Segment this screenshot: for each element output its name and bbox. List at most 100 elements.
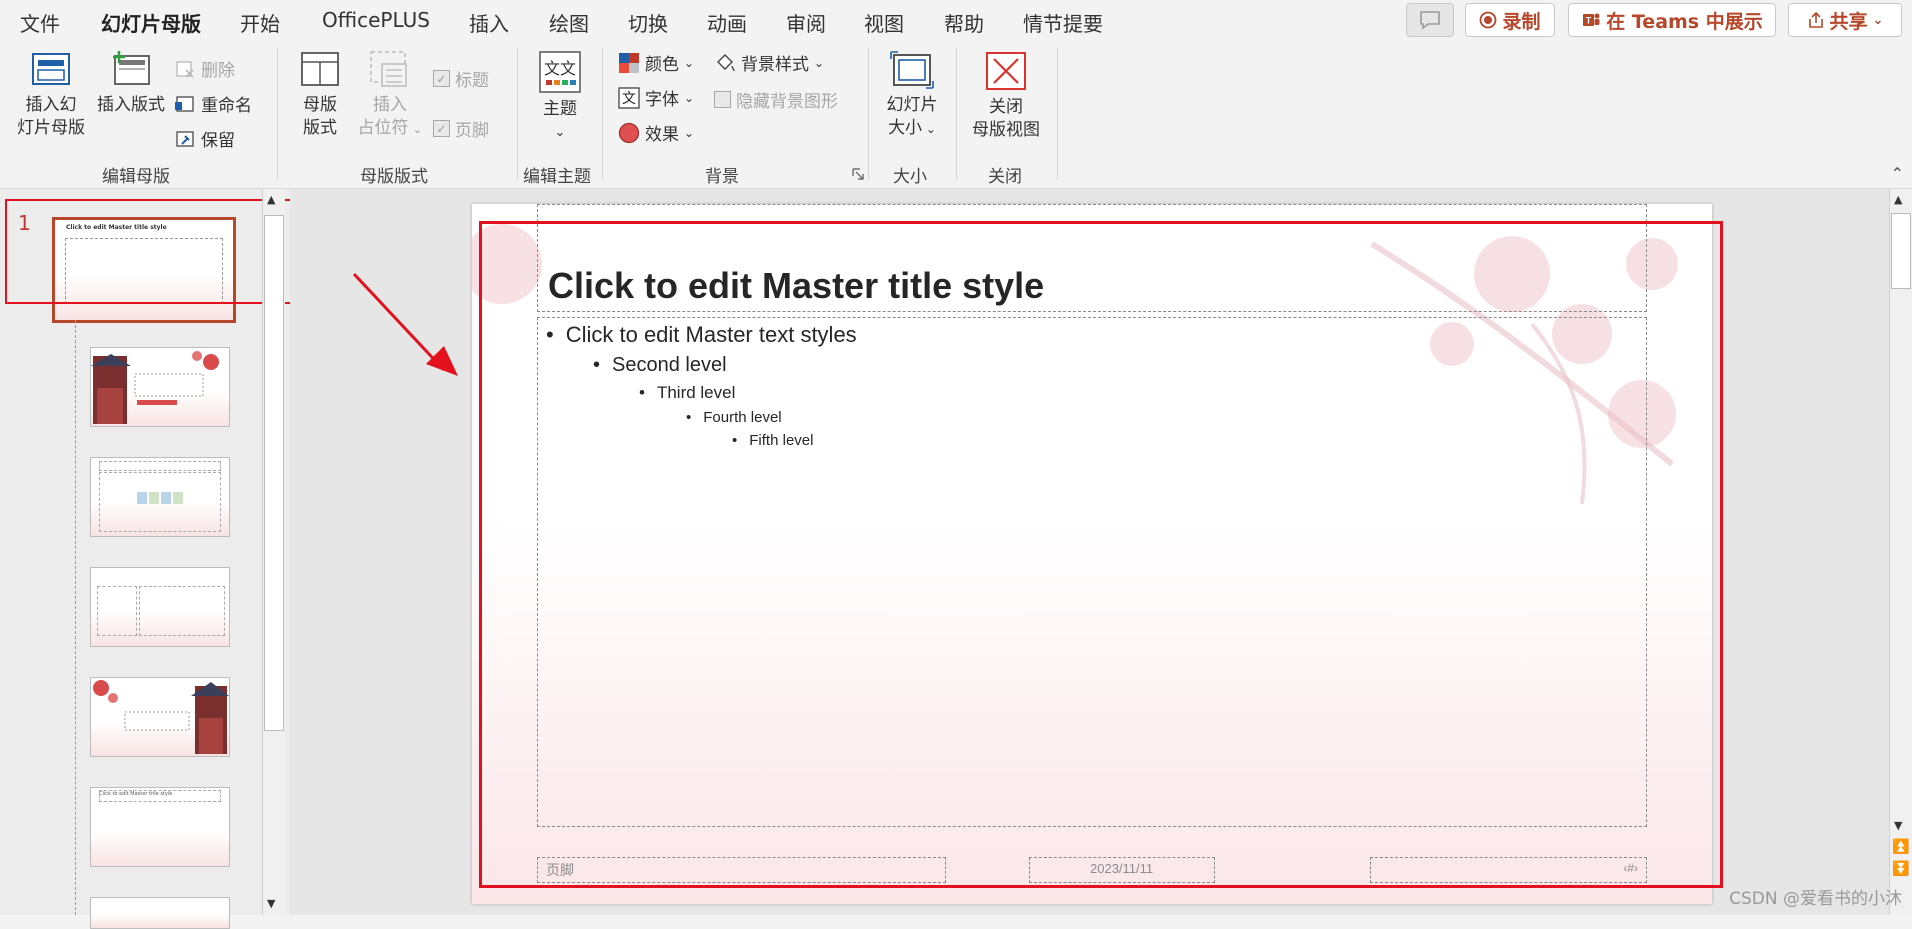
scrollbar-thumb[interactable] [264, 215, 284, 731]
ribbon-separator [868, 48, 869, 180]
menu-bar: 文件 幻灯片母版 开始 OfficePLUS 插入 绘图 切换 动画 审阅 视图… [0, 0, 1912, 45]
illustration-icon [91, 351, 219, 424]
edit-theme-group-label: 编辑主题 [523, 167, 591, 187]
insert-layout-label: 插入版式 [97, 95, 165, 115]
main-scrollbar[interactable]: ▲ ▼ ⏫ ⏬ [1889, 189, 1912, 915]
collapse-ribbon-icon[interactable]: ⌃ [1891, 164, 1904, 183]
tab-officeplus[interactable]: OfficePLUS [322, 8, 430, 32]
scroll-up-icon[interactable]: ▲ [267, 193, 275, 206]
background-styles-button[interactable]: 背景样式 ⌄ [714, 50, 824, 75]
layout-thumbnail[interactable] [90, 567, 230, 647]
present-in-teams-button[interactable]: T 在 Teams 中展示 [1568, 3, 1776, 37]
insert-layout-button[interactable]: 插入版式 [92, 50, 170, 117]
slide-size-label-2: 大小 ⌄ [888, 118, 936, 138]
layout-thumbnail[interactable] [90, 347, 230, 427]
scroll-down-icon[interactable]: ▼ [267, 897, 275, 910]
hide-background-graphics-checkbox[interactable]: 隐藏背景图形 [714, 87, 838, 112]
record-icon [1480, 11, 1497, 29]
tab-transitions[interactable]: 切换 [628, 8, 668, 37]
record-button[interactable]: 录制 [1465, 3, 1555, 37]
tab-file[interactable]: 文件 [20, 8, 60, 37]
colors-button[interactable]: 颜色 ⌄ [618, 50, 694, 75]
delete-label: 删除 [201, 61, 235, 81]
close-master-view-button[interactable]: 关闭 母版视图 [964, 50, 1048, 142]
previous-slide-icon[interactable]: ⏫ [1892, 839, 1909, 855]
insert-slide-master-label-1: 插入幻 [25, 95, 77, 115]
ribbon-separator [602, 48, 603, 180]
insert-layout-icon [113, 51, 150, 85]
thumbnail-content-placeholder [139, 586, 225, 636]
master-layout-icon [301, 52, 339, 86]
rename-button[interactable]: 重命名 [174, 91, 252, 116]
thumbnail-background [91, 898, 229, 928]
insert-placeholder-label-1: 插入 [373, 95, 407, 115]
layout-thumbnail[interactable] [90, 677, 230, 757]
themes-button[interactable]: 文文 主题 ⌄ [530, 50, 590, 144]
footer-checkbox[interactable]: ✓ 页脚 [433, 116, 489, 141]
delete-slide-icon [176, 60, 194, 78]
fonts-button[interactable]: 文 字体 ⌄ [618, 85, 694, 110]
tab-animations[interactable]: 动画 [707, 8, 747, 37]
layout-thumbnail[interactable] [90, 457, 230, 537]
tab-slide-master[interactable]: 幻灯片母版 [101, 8, 201, 45]
pin-icon [176, 130, 194, 147]
dialog-launcher-icon[interactable] [852, 168, 864, 180]
share-label: 共享 [1829, 10, 1868, 33]
close-label-2: 母版视图 [972, 120, 1040, 140]
thumbnail-scrollbar[interactable]: ▲ ▼ [262, 189, 285, 915]
effects-button[interactable]: 效果 ⌄ [618, 120, 694, 145]
tab-help[interactable]: 帮助 [944, 8, 984, 37]
checkbox-icon: ✓ [433, 120, 450, 137]
master-layout-label-1: 母版 [303, 95, 337, 115]
chevron-down-icon: ⌄ [922, 122, 936, 136]
insert-placeholder-label-2: 占位符 ⌄ [357, 118, 423, 138]
insert-placeholder-icon [370, 51, 407, 87]
tab-insert[interactable]: 插入 [469, 8, 509, 37]
background-styles-label: 背景样式 [741, 55, 809, 75]
tab-storyboarding[interactable]: 情节提要 [1023, 8, 1103, 37]
checkbox-icon [714, 91, 731, 108]
preserve-button[interactable]: 保留 [174, 126, 235, 151]
ribbon: 插入幻 灯片母版 插入版式 删除 重命名 保留 编辑母版 母版 版式 插入 占位… [0, 40, 1912, 189]
comment-icon [1420, 11, 1440, 30]
scroll-up-icon[interactable]: ▲ [1894, 193, 1902, 206]
next-slide-icon[interactable]: ⏬ [1892, 861, 1909, 877]
ribbon-separator [956, 48, 957, 180]
tab-view[interactable]: 视图 [864, 8, 904, 37]
slide-size-button[interactable]: 幻灯片 大小 ⌄ [876, 50, 948, 141]
delete-button[interactable]: 删除 [174, 56, 235, 81]
teams-label: 在 Teams 中展示 [1606, 10, 1763, 33]
annotation-box [479, 221, 1723, 888]
comments-button[interactable] [1406, 3, 1454, 37]
content-icons-icon [137, 492, 183, 504]
share-icon [1808, 11, 1823, 28]
tab-draw[interactable]: 绘图 [549, 8, 589, 37]
insert-slide-master-label-2: 灯片母版 [17, 118, 85, 138]
hide-background-graphics-label: 隐藏背景图形 [736, 92, 838, 112]
insert-placeholder-button[interactable]: 插入 占位符 ⌄ [350, 50, 430, 141]
master-layout-label-2: 版式 [303, 118, 337, 138]
rename-icon [175, 95, 194, 112]
thumbnail-title-placeholder [99, 461, 221, 471]
chevron-down-icon: ⌄ [408, 122, 423, 136]
svg-text:文文: 文文 [544, 59, 576, 78]
tab-review[interactable]: 审阅 [786, 8, 826, 37]
slide-size-label-1: 幻灯片 [886, 95, 938, 115]
chevron-down-icon: ⌄ [1872, 12, 1884, 28]
themes-label: 主题 [543, 99, 577, 119]
tab-home[interactable]: 开始 [240, 8, 280, 37]
ribbon-separator [277, 48, 278, 180]
share-button[interactable]: 共享 ⌄ [1788, 3, 1902, 37]
chevron-down-icon: ⌄ [554, 125, 566, 140]
title-checkbox[interactable]: ✓ 标题 [433, 66, 489, 91]
scroll-down-icon[interactable]: ▼ [1894, 819, 1902, 832]
slide-size-icon [890, 51, 934, 89]
layout-thumbnail[interactable] [90, 897, 230, 929]
layout-thumbnail[interactable]: Click to edit Master title style [90, 787, 230, 867]
scrollbar-thumb[interactable] [1891, 213, 1911, 289]
insert-slide-master-button[interactable]: 插入幻 灯片母版 [12, 50, 90, 140]
themes-icon: 文文 [539, 51, 581, 93]
checkbox-icon: ✓ [433, 70, 450, 87]
preserve-label: 保留 [201, 131, 235, 151]
master-layout-button[interactable]: 母版 版式 [286, 50, 354, 140]
